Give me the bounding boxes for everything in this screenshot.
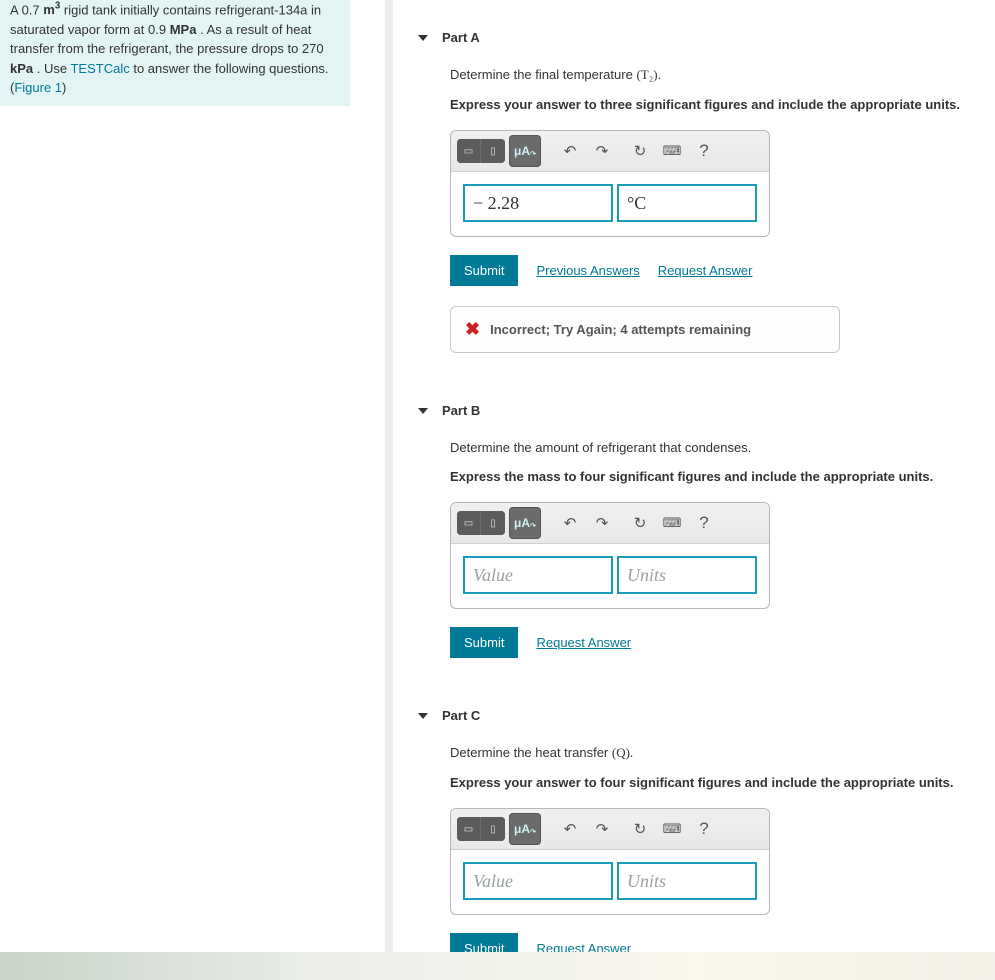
part-b: Part B Determine the amount of refrigera…	[418, 403, 975, 658]
part-b-hint: Express the mass to four significant fig…	[450, 469, 975, 484]
caret-down-icon	[418, 408, 428, 414]
units-input[interactable]: °C	[617, 184, 757, 222]
part-b-title: Part B	[442, 403, 480, 418]
template-buttons[interactable]: ▭ ▯	[457, 139, 505, 163]
caret-down-icon	[418, 713, 428, 719]
part-a-header[interactable]: Part A	[418, 30, 975, 45]
redo-icon[interactable]: ↷	[589, 816, 615, 842]
part-b-answer-widget: ▭ ▯ μΑ↷ ↶ ↷ ↻ ⌨ ? Value Units	[450, 502, 770, 609]
keyboard-icon[interactable]: ⌨	[659, 510, 685, 536]
template-buttons[interactable]: ▭ ▯	[457, 511, 505, 535]
reset-icon[interactable]: ↻	[627, 510, 653, 536]
testcalc-link[interactable]: TESTCalc	[70, 61, 129, 76]
units-input[interactable]: Units	[617, 556, 757, 594]
units-input[interactable]: Units	[617, 862, 757, 900]
part-a-title: Part A	[442, 30, 480, 45]
feedback-box: ✖ Incorrect; Try Again; 4 attempts remai…	[450, 306, 840, 353]
undo-icon[interactable]: ↶	[557, 138, 583, 164]
toolbar: ▭ ▯ μΑ↷ ↶ ↷ ↻ ⌨ ?	[451, 809, 769, 850]
footer-gradient	[0, 952, 995, 980]
part-c: Part C Determine the heat transfer (Q). …	[418, 708, 975, 964]
part-a-hint: Express your answer to three significant…	[450, 97, 975, 112]
problem-statement: A 0.7 m3 rigid tank initially contains r…	[0, 0, 350, 106]
toolbar: ▭ ▯ μΑ↷ ↶ ↷ ↻ ⌨ ?	[451, 131, 769, 172]
value-input[interactable]: Value	[463, 556, 613, 594]
format-button[interactable]: μΑ↷	[509, 507, 541, 539]
part-c-header[interactable]: Part C	[418, 708, 975, 723]
submit-button[interactable]: Submit	[450, 255, 518, 286]
reset-icon[interactable]: ↻	[627, 816, 653, 842]
part-c-question: Determine the heat transfer (Q).	[450, 745, 975, 761]
part-a: Part A Determine the final temperature (…	[418, 30, 975, 353]
part-a-question: Determine the final temperature (T₂).	[450, 67, 975, 83]
part-b-header[interactable]: Part B	[418, 403, 975, 418]
keyboard-icon[interactable]: ⌨	[659, 816, 685, 842]
redo-icon[interactable]: ↷	[589, 138, 615, 164]
column-divider	[385, 0, 393, 980]
template-buttons[interactable]: ▭ ▯	[457, 817, 505, 841]
part-c-answer-widget: ▭ ▯ μΑ↷ ↶ ↷ ↻ ⌨ ? Value Units	[450, 808, 770, 915]
undo-icon[interactable]: ↶	[557, 510, 583, 536]
redo-icon[interactable]: ↷	[589, 510, 615, 536]
part-b-question: Determine the amount of refrigerant that…	[450, 440, 975, 455]
help-icon[interactable]: ?	[691, 138, 717, 164]
submit-button[interactable]: Submit	[450, 627, 518, 658]
request-answer-link[interactable]: Request Answer	[658, 263, 753, 278]
undo-icon[interactable]: ↶	[557, 816, 583, 842]
help-icon[interactable]: ?	[691, 510, 717, 536]
request-answer-link[interactable]: Request Answer	[536, 635, 631, 650]
value-input[interactable]: Value	[463, 862, 613, 900]
keyboard-icon[interactable]: ⌨	[659, 138, 685, 164]
caret-down-icon	[418, 35, 428, 41]
previous-answers-link[interactable]: Previous Answers	[536, 263, 639, 278]
value-input[interactable]: − 2.28	[463, 184, 613, 222]
incorrect-icon: ✖	[465, 319, 480, 340]
format-button[interactable]: μΑ↷	[509, 813, 541, 845]
reset-icon[interactable]: ↻	[627, 138, 653, 164]
format-button[interactable]: μΑ↷	[509, 135, 541, 167]
part-c-title: Part C	[442, 708, 480, 723]
toolbar: ▭ ▯ μΑ↷ ↶ ↷ ↻ ⌨ ?	[451, 503, 769, 544]
help-icon[interactable]: ?	[691, 816, 717, 842]
figure-link[interactable]: Figure 1	[14, 80, 62, 95]
part-c-hint: Express your answer to four significant …	[450, 775, 975, 790]
part-a-answer-widget: ▭ ▯ μΑ↷ ↶ ↷ ↻ ⌨ ? − 2.28 °C	[450, 130, 770, 237]
